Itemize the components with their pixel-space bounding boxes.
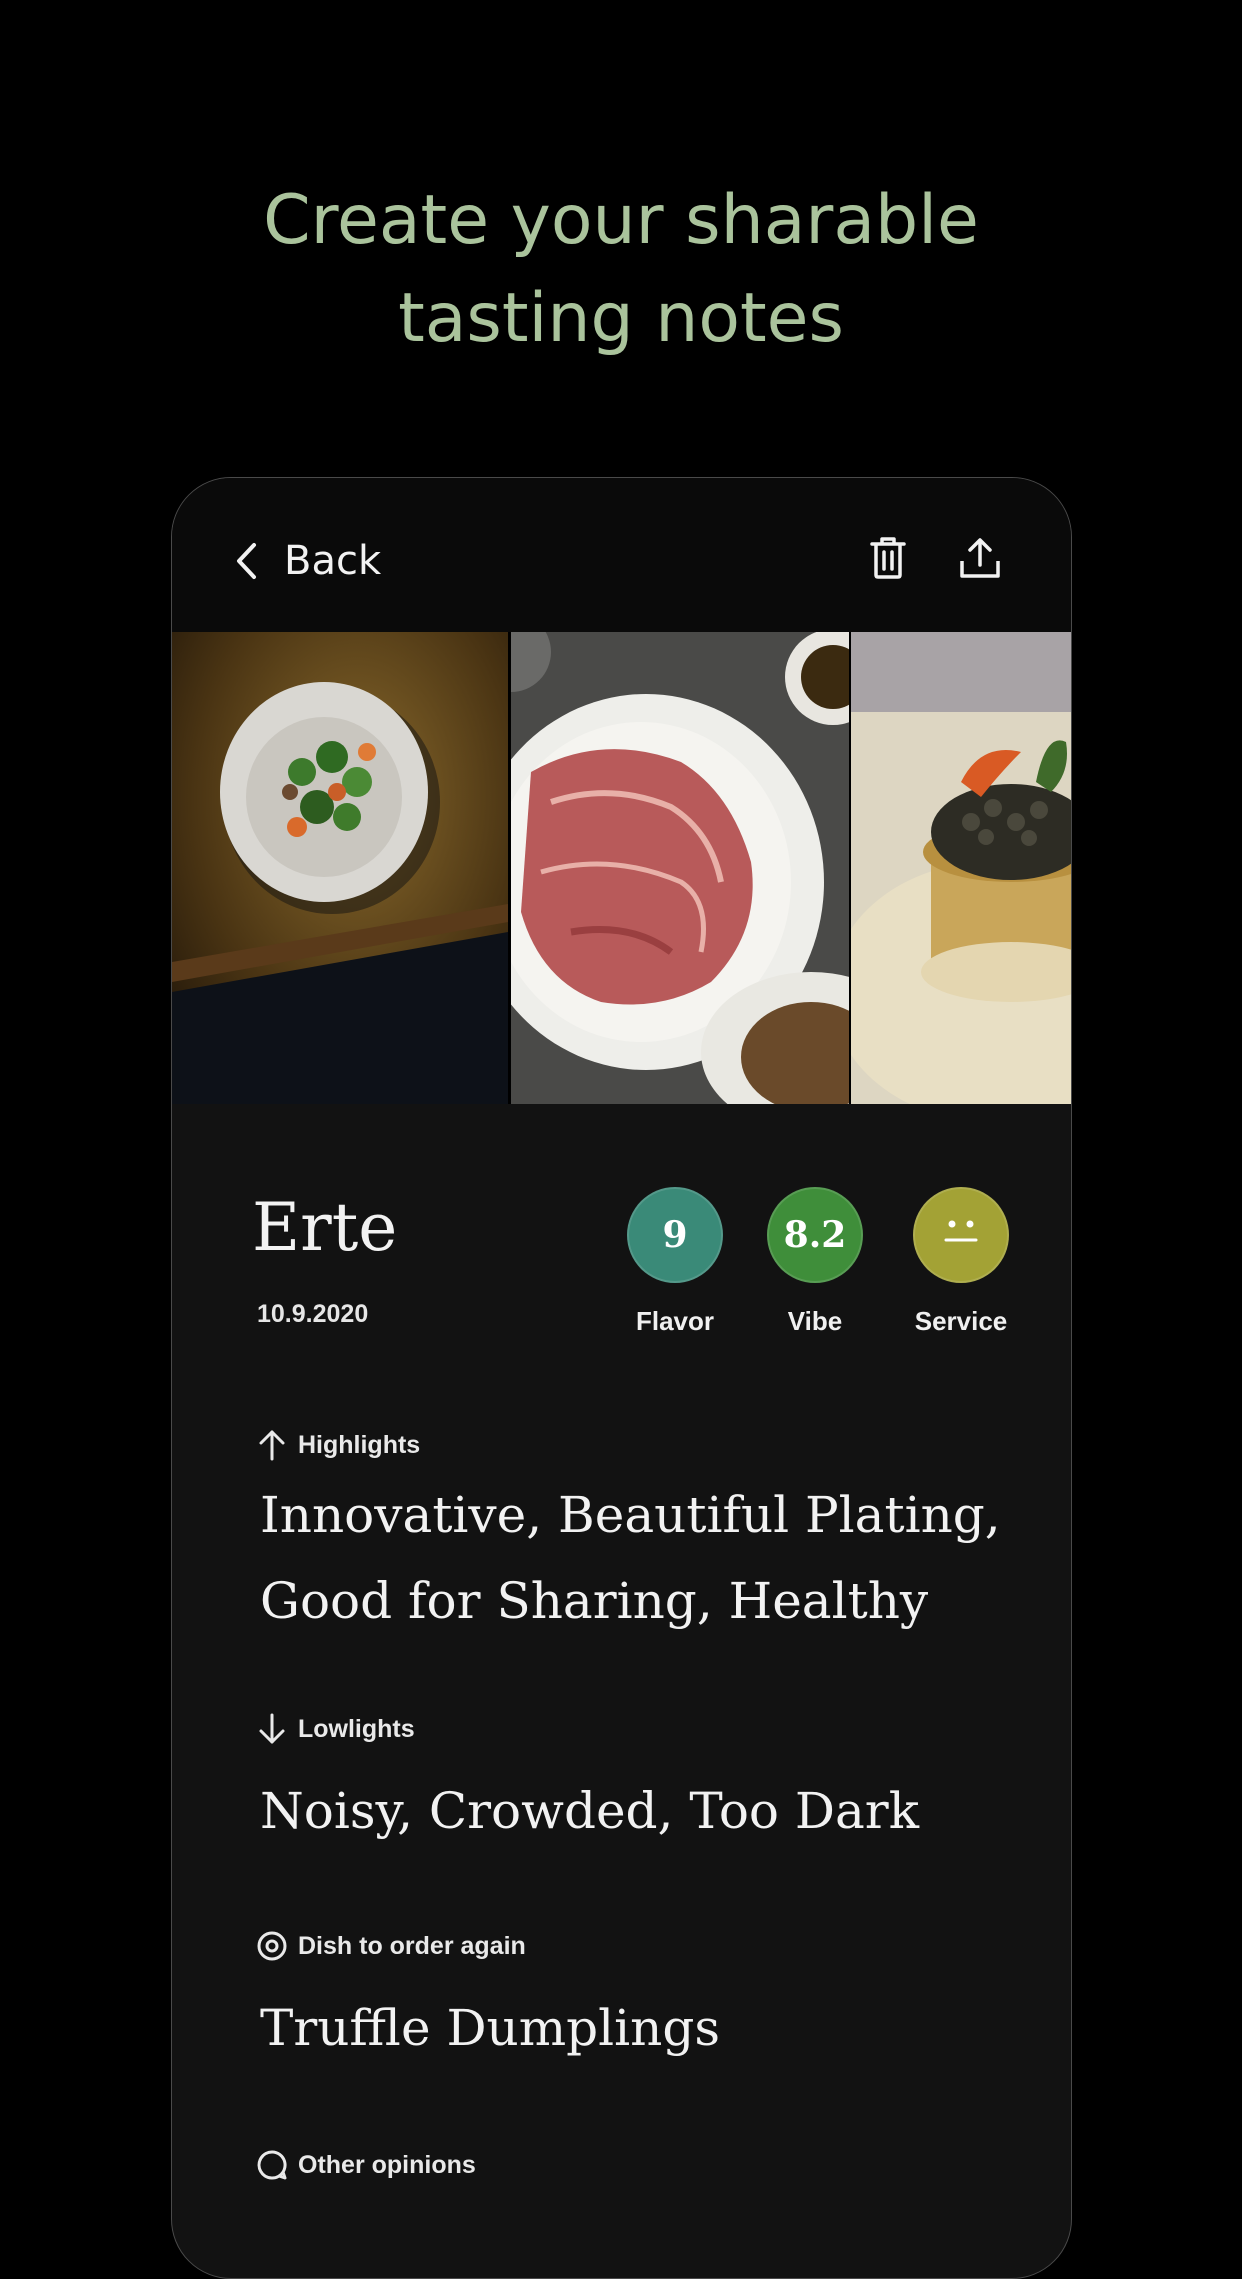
target-icon <box>256 1930 288 1962</box>
headline-line-2: tasting notes <box>398 279 844 358</box>
headline-line-1: Create your sharable <box>263 181 979 260</box>
back-label: Back <box>284 538 382 584</box>
visit-date: 10.9.2020 <box>257 1300 369 1328</box>
dish-text: Truffle Dumplings <box>260 1999 721 2057</box>
highlights-line-2: Good for Sharing, Healthy <box>260 1572 929 1630</box>
opinions-label: Other opinions <box>298 2150 476 2179</box>
dish-label: Dish to order again <box>298 1931 526 1960</box>
highlights-line-1: Innovative, Beautiful Plating, <box>260 1486 1001 1544</box>
top-bar: Back <box>172 478 1071 632</box>
opinions-header: Other opinions <box>256 2149 476 2181</box>
chevron-left-icon <box>234 541 258 581</box>
arrow-down-icon <box>256 1713 288 1745</box>
vibe-score-value: 8.2 <box>783 1214 847 1256</box>
restaurant-name: Erte <box>252 1189 398 1266</box>
lowlights-text: Noisy, Crowded, Too Dark <box>260 1782 920 1840</box>
neutral-face-icon <box>936 1206 986 1265</box>
arrow-up-icon <box>256 1429 288 1461</box>
highlights-label: Highlights <box>298 1430 421 1459</box>
vibe-score-label: Vibe <box>787 1306 843 1336</box>
share-button[interactable] <box>954 534 1006 586</box>
headline: Create your sharable tasting notes <box>0 172 1242 368</box>
flavor-score-badge: 9 <box>627 1187 723 1283</box>
service-score-badge <box>913 1187 1009 1283</box>
lowlights-label: Lowlights <box>298 1714 415 1743</box>
share-icon <box>959 537 1001 584</box>
trash-icon <box>869 536 907 585</box>
service-score-label: Service <box>914 1306 1008 1336</box>
lowlights-header: Lowlights <box>256 1713 415 1745</box>
salad-bowl-photo[interactable] <box>172 632 508 1104</box>
tasting-note-card: Back Erte 10.9.2020 9 Flavor 8.2 Vibe Se… <box>171 477 1072 2279</box>
photo-carousel[interactable] <box>172 632 1071 1104</box>
highlights-header: Highlights <box>256 1429 420 1461</box>
delete-button[interactable] <box>862 534 914 586</box>
chat-bubble-icon <box>256 2149 288 2181</box>
caviar-dish-photo[interactable] <box>851 632 1071 1104</box>
flavor-score-value: 9 <box>662 1214 688 1256</box>
dish-header: Dish to order again <box>256 1930 526 1962</box>
vibe-score-badge: 8.2 <box>767 1187 863 1283</box>
flavor-score-label: Flavor <box>635 1306 715 1336</box>
prosciutto-plate-photo[interactable] <box>511 632 849 1104</box>
back-button[interactable]: Back <box>234 536 381 586</box>
highlights-text: Innovative, Beautiful Plating, Good for … <box>260 1472 1040 1644</box>
